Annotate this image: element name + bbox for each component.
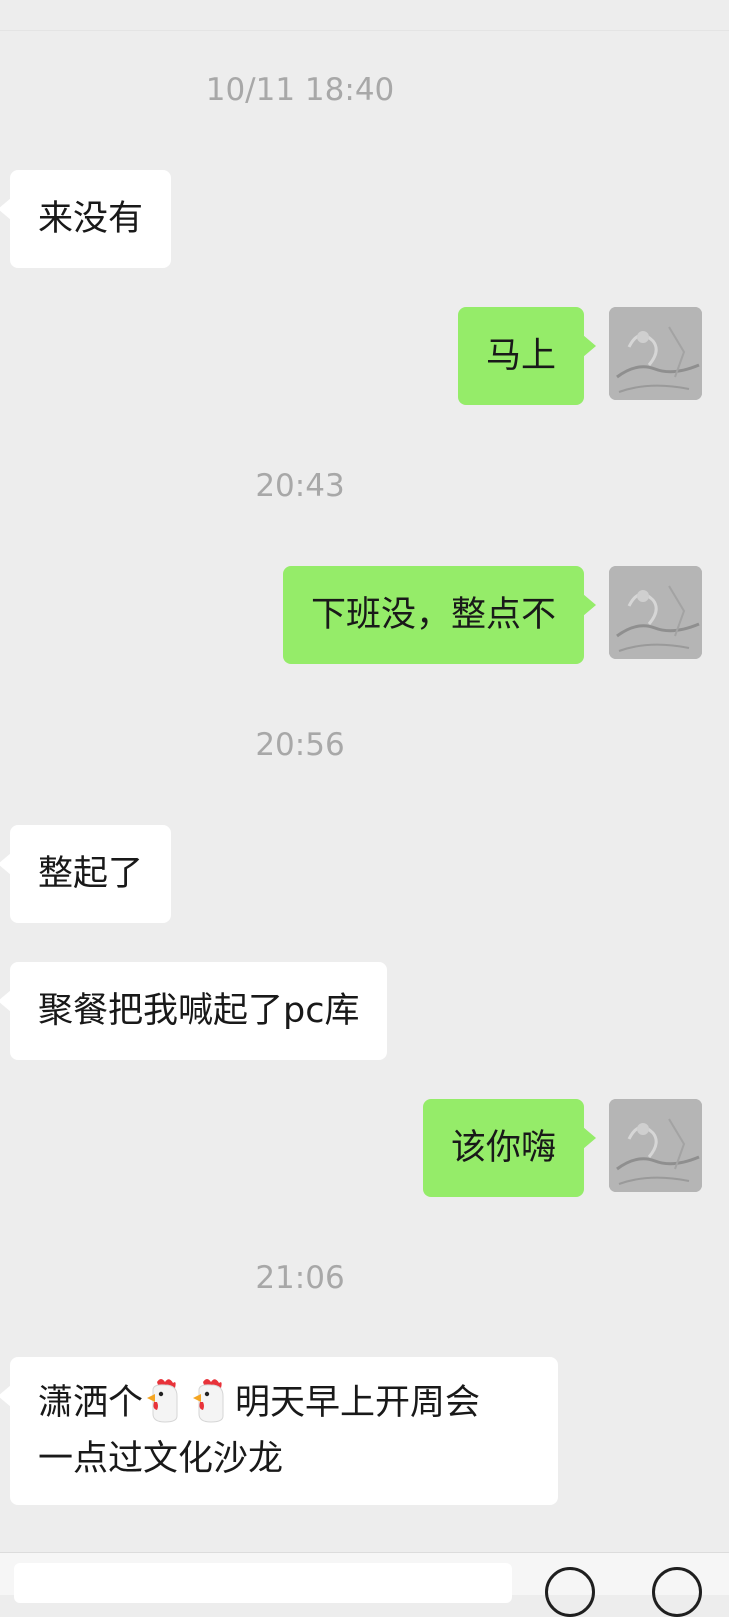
timestamp: 20:56 xyxy=(255,727,345,763)
message-text: 明天早上开周会 xyxy=(235,1383,481,1423)
message-bubble-incoming[interactable]: 潇洒个 明天早上开周会 一点过文化沙龙 xyxy=(0,1357,558,1505)
message-bubble-outgoing[interactable]: 该你嗨 xyxy=(422,1099,597,1197)
message-text: 马上 xyxy=(485,336,556,376)
rooster-emoji xyxy=(189,1376,235,1424)
message-text: 下班没，整点不 xyxy=(310,595,556,635)
message-line-2: 一点过文化沙龙 xyxy=(38,1439,284,1479)
user-avatar[interactable] xyxy=(609,566,702,659)
input-bar xyxy=(0,1552,729,1617)
message-bubble-outgoing[interactable]: 马上 xyxy=(457,307,597,405)
message-text: 来没有 xyxy=(38,199,144,239)
rooster-emoji xyxy=(143,1376,189,1424)
message-line-1: 潇洒个 明天早上开周会 xyxy=(38,1375,530,1431)
user-avatar[interactable] xyxy=(609,307,702,400)
voice-icon[interactable] xyxy=(545,1567,595,1617)
message-text: 聚餐把我喊起了pc库 xyxy=(38,991,360,1031)
header-divider xyxy=(0,30,729,31)
message-bubble-incoming[interactable]: 整起了 xyxy=(0,825,172,923)
timestamp: 20:43 xyxy=(255,468,345,504)
message-text: 潇洒个 xyxy=(38,1383,144,1423)
timestamp: 10/11 18:40 xyxy=(205,72,395,108)
message-bubble-incoming[interactable]: 聚餐把我喊起了pc库 xyxy=(0,962,388,1060)
message-input[interactable] xyxy=(14,1563,512,1603)
message-bubble-outgoing[interactable]: 下班没，整点不 xyxy=(282,566,597,664)
timestamp: 21:06 xyxy=(255,1260,345,1296)
message-text: 整起了 xyxy=(38,854,144,894)
user-avatar[interactable] xyxy=(609,1099,702,1192)
emoji-icon[interactable] xyxy=(652,1567,702,1617)
message-bubble-incoming[interactable]: 来没有 xyxy=(0,170,172,268)
message-text: 该你嗨 xyxy=(450,1128,556,1168)
